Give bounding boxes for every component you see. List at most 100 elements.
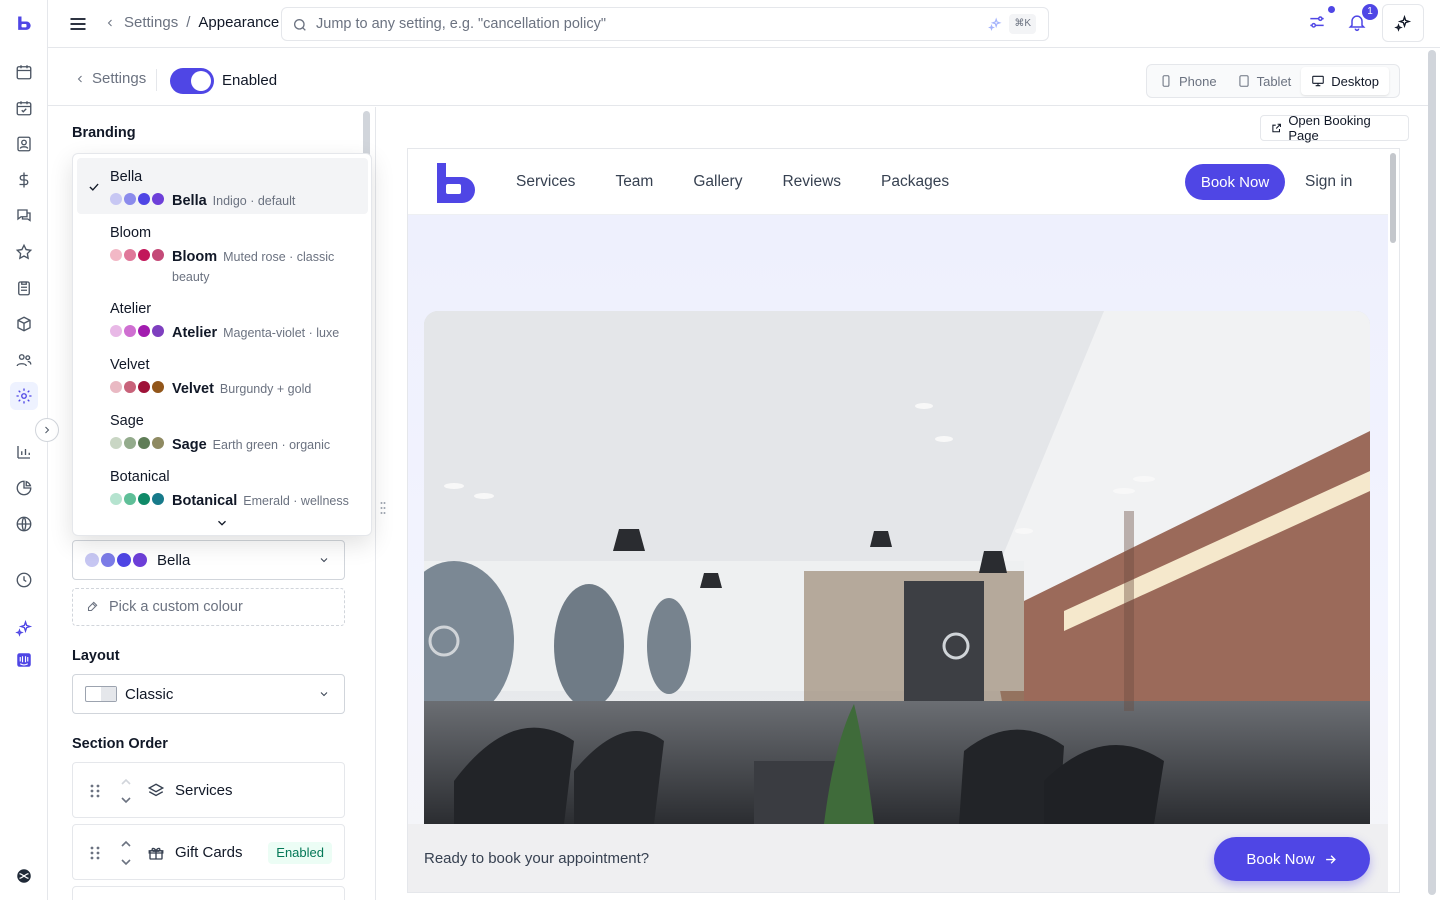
color-swatch (110, 437, 122, 449)
device-phone-label: Phone (1179, 73, 1217, 89)
option-desc: Burgundy + gold (219, 382, 312, 396)
top-bar: Settings / Appearance ⌘K 1 (48, 0, 1440, 48)
open-booking-page-button[interactable]: Open Booking Page (1260, 113, 1409, 143)
user-avatar-icon[interactable] (12, 864, 36, 888)
theme-option[interactable]: Bloom Bloom Muted rose · classic beauty (77, 214, 368, 290)
enabled-toggle[interactable] (170, 68, 214, 94)
nav-link-packages[interactable]: Packages (881, 173, 949, 191)
ai-sparkle-icon (1394, 14, 1412, 32)
nav-link-reviews[interactable]: Reviews (782, 173, 841, 191)
cta-book-now-button[interactable]: Book Now (1214, 837, 1370, 881)
layout-select[interactable]: Classic (72, 674, 345, 714)
device-desktop-button[interactable]: Desktop (1301, 67, 1389, 95)
intercom-icon[interactable] (12, 648, 36, 672)
breadcrumb-separator: / (186, 14, 191, 31)
package-icon[interactable] (12, 312, 36, 336)
drag-handle-icon[interactable] (89, 845, 101, 861)
calendar-icon[interactable] (12, 60, 36, 84)
shortcut-hint: ⌘K (1009, 14, 1036, 34)
custom-colour-placeholder: Pick a custom colour (109, 599, 243, 615)
theme-option[interactable]: Botanical Botanical Emerald · wellness (77, 458, 368, 514)
page-scrollbar[interactable] (1428, 50, 1436, 895)
color-swatch (152, 493, 164, 505)
sparkle-icon (988, 17, 1002, 31)
arrow-right-icon (1325, 854, 1336, 864)
theme-option[interactable]: Bella Bella Indigo · default (77, 158, 368, 214)
chevron-left-icon[interactable] (104, 17, 116, 29)
color-swatch (138, 249, 150, 261)
option-title: Bella (172, 193, 207, 209)
calendar-check-icon[interactable] (12, 96, 36, 120)
ai-sparkle-icon[interactable] (12, 616, 36, 640)
color-swatch (152, 249, 164, 261)
color-swatch (152, 325, 164, 337)
option-name: Sage (110, 413, 144, 429)
expand-rail-button[interactable] (35, 418, 59, 442)
option-name: Bella (110, 169, 143, 185)
nav-link-gallery[interactable]: Gallery (693, 173, 742, 191)
salon-hero-image (424, 311, 1370, 824)
back-to-settings-link[interactable]: Settings (74, 70, 146, 87)
team-icon[interactable] (12, 348, 36, 372)
color-swatch (124, 325, 136, 337)
chevron-down-icon[interactable] (215, 516, 229, 530)
site-navbar: Services Team Gallery Reviews Packages B… (408, 149, 1388, 215)
option-name: Bloom (110, 225, 152, 241)
back-label: Settings (92, 70, 147, 87)
monitor-icon (1312, 75, 1325, 87)
sign-in-link[interactable]: Sign in (1305, 173, 1352, 191)
option-detail: Bella Indigo · default (110, 191, 360, 211)
messages-icon[interactable] (12, 204, 36, 228)
device-phone-button[interactable]: Phone (1149, 67, 1227, 95)
device-tablet-button[interactable]: Tablet (1227, 67, 1302, 95)
custom-colour-input[interactable]: Pick a custom colour (72, 588, 345, 626)
nav-link-services[interactable]: Services (516, 173, 575, 191)
breadcrumb-parent[interactable]: Settings (124, 14, 178, 31)
section-order-title: Section Order (72, 736, 168, 752)
option-title: Velvet (172, 381, 214, 397)
site-logo-icon[interactable] (435, 161, 477, 203)
color-swatch (138, 381, 150, 393)
search-icon (292, 17, 308, 33)
drag-handle-icon[interactable] (89, 783, 101, 799)
frame-scrollbar[interactable] (1390, 153, 1396, 243)
search-input[interactable] (316, 14, 956, 34)
cta-bar: Ready to book your appointment? Book Now (408, 824, 1388, 892)
star-icon[interactable] (12, 240, 36, 264)
brand-logo-icon[interactable] (12, 12, 36, 36)
reorder-arrows-icon[interactable] (119, 777, 133, 805)
filters-icon[interactable] (1307, 12, 1329, 34)
dollar-icon[interactable] (12, 168, 36, 192)
option-desc: Emerald · wellness (243, 494, 349, 508)
color-swatch (110, 381, 122, 393)
theme-select[interactable]: Bella (72, 540, 345, 580)
filters-dot (1328, 6, 1335, 13)
section-card-gift-cards[interactable]: Gift Cards Enabled (72, 824, 345, 880)
clipboard-icon[interactable] (12, 276, 36, 300)
settings-gear-icon[interactable] (10, 382, 38, 410)
nav-link-team[interactable]: Team (615, 173, 653, 191)
globe-icon[interactable] (12, 512, 36, 536)
pie-chart-icon[interactable] (12, 476, 36, 500)
menu-icon[interactable] (68, 14, 88, 34)
color-swatch (133, 553, 147, 567)
contacts-icon[interactable] (12, 132, 36, 156)
reorder-arrows-icon[interactable] (119, 839, 133, 867)
section-card-next[interactable] (72, 886, 345, 900)
phone-icon (1162, 75, 1170, 87)
option-desc: Earth green · organic (212, 438, 331, 452)
section-label: Services (175, 782, 233, 799)
book-now-button[interactable]: Book Now (1185, 164, 1285, 200)
section-card-services[interactable]: Services (72, 762, 345, 818)
device-desktop-label: Desktop (1331, 73, 1379, 89)
theme-option[interactable]: Atelier Atelier Magenta-violet · luxe (77, 290, 368, 346)
theme-option[interactable]: Sage Sage Earth green · organic (77, 402, 368, 458)
resize-handle-icon[interactable] (380, 501, 386, 515)
ai-assistant-button[interactable] (1382, 4, 1424, 42)
color-swatch (101, 553, 115, 567)
bar-chart-icon[interactable] (12, 440, 36, 464)
clock-icon[interactable] (12, 568, 36, 592)
theme-option[interactable]: Velvet Velvet Burgundy + gold (77, 346, 368, 402)
option-swatches (110, 437, 164, 449)
notification-badge: 1 (1362, 4, 1378, 20)
